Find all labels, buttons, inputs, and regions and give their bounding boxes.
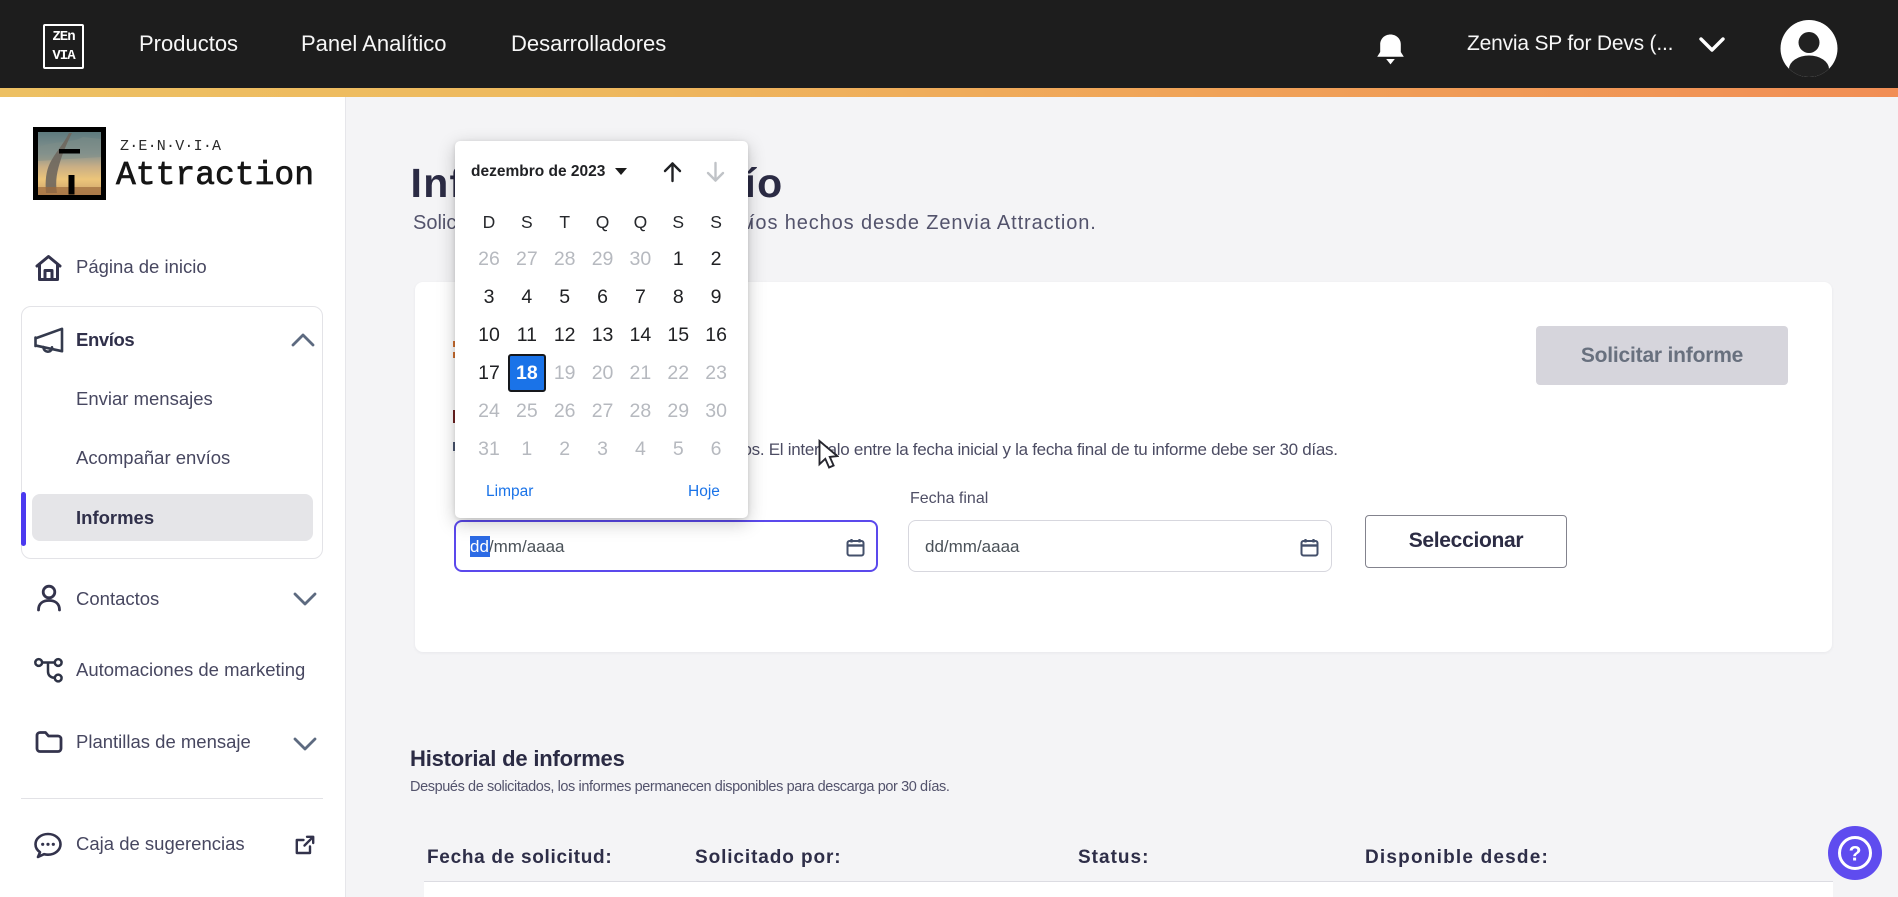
svg-text:?: ? [1849,843,1862,866]
